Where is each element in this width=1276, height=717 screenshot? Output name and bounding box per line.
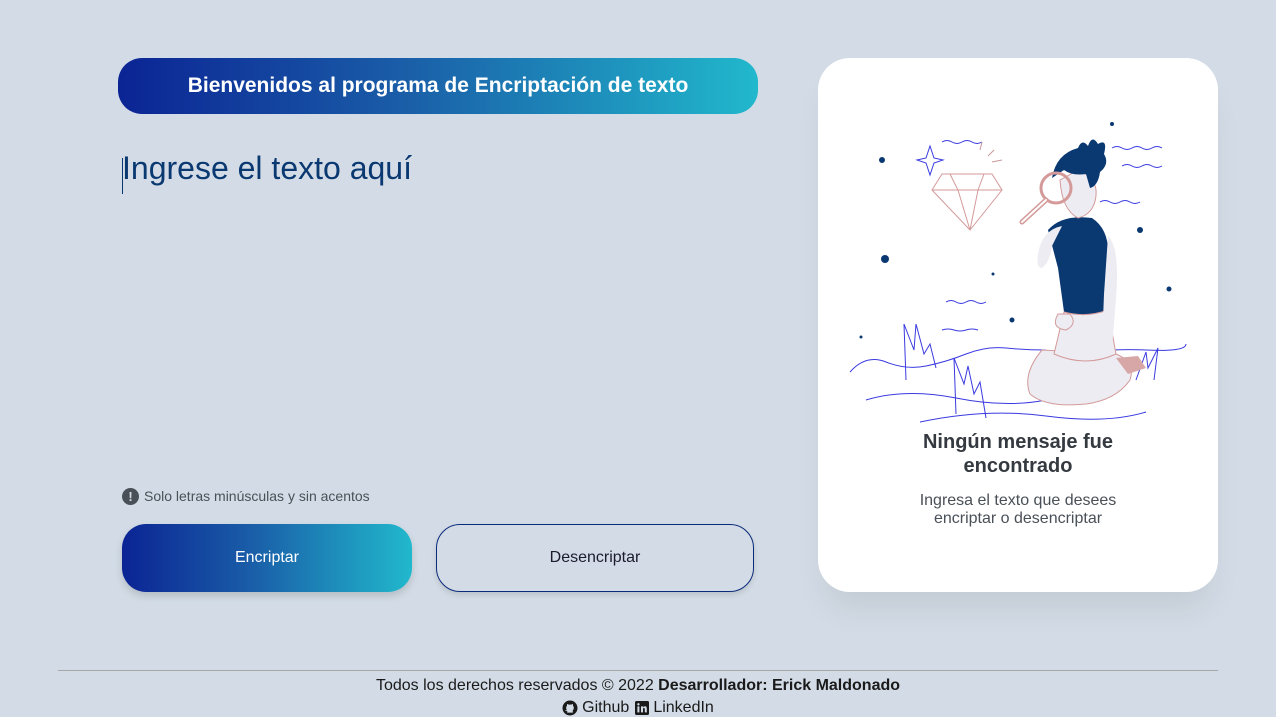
hint-text: Solo letras minúsculas y sin acentos (144, 488, 370, 504)
encrypt-button[interactable]: Encriptar (122, 524, 412, 592)
github-label: Github (582, 699, 630, 716)
text-cursor (122, 158, 123, 194)
page-title: Bienvenidos al programa de Encriptación … (118, 58, 758, 114)
footer: Todos los derechos reservados © 2022 Des… (0, 676, 1276, 717)
page: Bienvenidos al programa de Encriptación … (0, 0, 1276, 717)
footer-credits: Todos los derechos reservados © 2022 Des… (0, 676, 1276, 696)
person-with-magnifying-glass-illustration (849, 122, 1187, 423)
footer-links: Github LinkedIn (0, 698, 1276, 717)
footer-divider (58, 670, 1218, 671)
exclamation-circle-icon: ! (122, 487, 139, 505)
github-link[interactable]: Github (562, 698, 629, 717)
output-card: Ningún mensaje fue encontrado Ingresa el… (818, 58, 1218, 592)
text-input[interactable] (122, 150, 754, 470)
decrypt-button[interactable]: Desencriptar (436, 524, 754, 592)
empty-message-text: Ingresa el texto que desees encriptar o … (919, 492, 1117, 527)
empty-message-title: Ningún mensaje fue encontrado (922, 431, 1114, 477)
input-hint: ! Solo letras minúsculas y sin acentos (122, 487, 370, 505)
github-icon (562, 700, 578, 716)
rights-text: Todos los derechos reservados © 2022 (375, 677, 654, 694)
linkedin-icon (635, 701, 650, 715)
linkedin-link[interactable]: LinkedIn (635, 698, 714, 717)
developer-text: Desarrollador: Erick Maldonado (658, 677, 901, 694)
linkedin-label: LinkedIn (653, 699, 714, 716)
